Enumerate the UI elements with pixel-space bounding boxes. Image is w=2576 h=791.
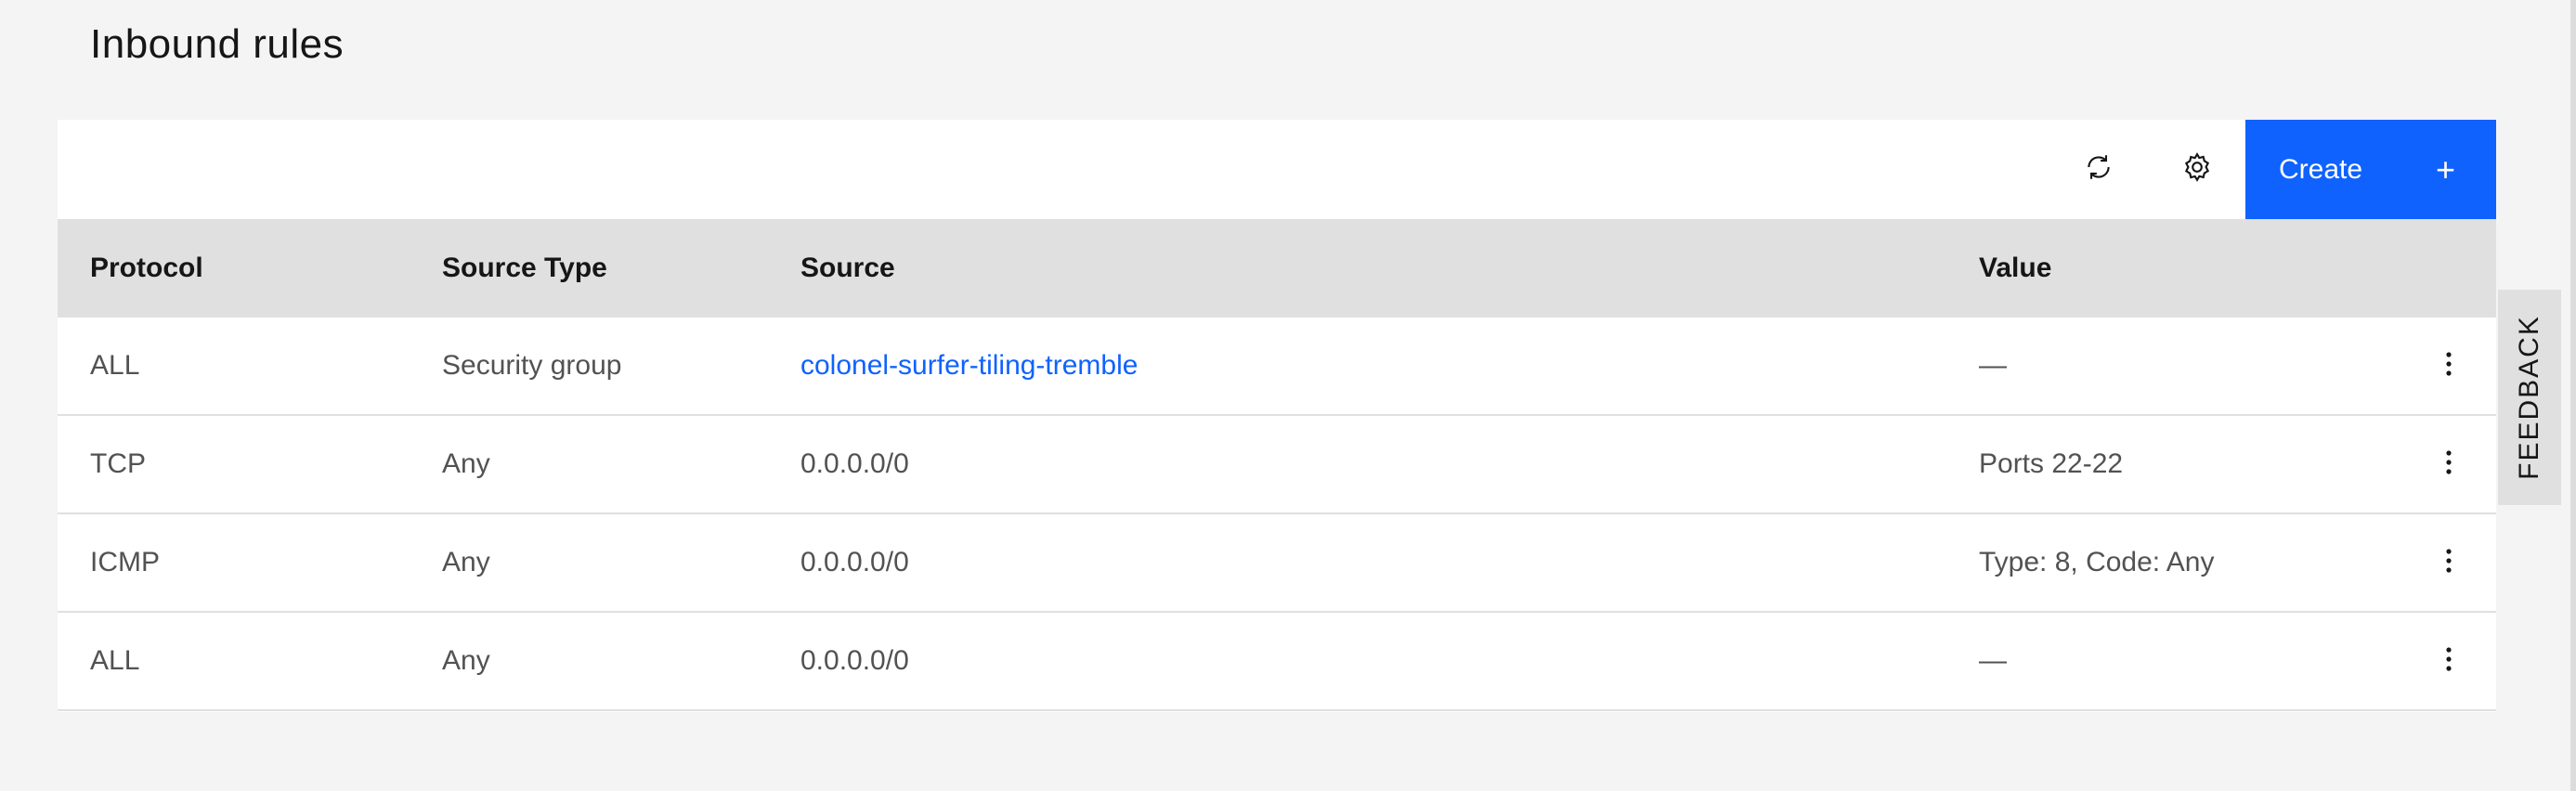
feedback-label: FEEDBACK bbox=[2514, 315, 2544, 480]
plus-icon: + bbox=[2435, 149, 2455, 188]
row-overflow-menu-button[interactable] bbox=[2412, 416, 2486, 512]
source-type-cell: Any bbox=[442, 645, 490, 676]
page-scrollbar[interactable] bbox=[2570, 0, 2576, 791]
refresh-icon bbox=[2083, 151, 2114, 188]
refresh-button[interactable] bbox=[2049, 120, 2148, 219]
feedback-tab[interactable]: FEEDBACK bbox=[2498, 290, 2561, 505]
overflow-menu-icon bbox=[2445, 351, 2452, 382]
page-title: Inbound rules bbox=[90, 21, 345, 67]
value-cell: — bbox=[1979, 350, 2007, 381]
overflow-menu-icon bbox=[2445, 646, 2452, 677]
protocol-cell: ALL bbox=[90, 350, 140, 381]
source-cell: 0.0.0.0/0 bbox=[800, 448, 909, 479]
column-header-source[interactable]: Source bbox=[800, 253, 895, 284]
protocol-cell: ICMP bbox=[90, 547, 160, 577]
source-link[interactable]: colonel-surfer-tiling-tremble bbox=[800, 318, 1138, 414]
source-cell: 0.0.0.0/0 bbox=[800, 645, 909, 676]
row-overflow-menu-button[interactable] bbox=[2412, 318, 2486, 414]
source-type-cell: Any bbox=[442, 547, 490, 577]
create-button-label: Create bbox=[2279, 153, 2363, 185]
value-cell: — bbox=[1979, 645, 2007, 676]
gear-icon bbox=[2181, 151, 2213, 188]
overflow-menu-icon bbox=[2445, 449, 2452, 480]
table-row: ALL Security group colonel-surfer-tiling… bbox=[58, 318, 2496, 416]
column-header-value[interactable]: Value bbox=[1979, 253, 2051, 284]
table-row: ICMP Any 0.0.0.0/0 Type: 8, Code: Any bbox=[58, 514, 2496, 613]
table-toolbar: Create + bbox=[58, 120, 2496, 219]
source-type-cell: Any bbox=[442, 448, 490, 479]
protocol-cell: TCP bbox=[90, 448, 146, 479]
column-header-source-type[interactable]: Source Type bbox=[442, 253, 607, 284]
value-cell: Type: 8, Code: Any bbox=[1979, 547, 2215, 577]
row-overflow-menu-button[interactable] bbox=[2412, 514, 2486, 611]
value-cell: Ports 22-22 bbox=[1979, 448, 2124, 479]
create-button[interactable]: Create + bbox=[2245, 120, 2496, 219]
inbound-rules-table: Create + Protocol Source Type Source Val… bbox=[58, 120, 2496, 712]
protocol-cell: ALL bbox=[90, 645, 140, 676]
table-row: ALL Any 0.0.0.0/0 — bbox=[58, 613, 2496, 711]
table-header: Protocol Source Type Source Value bbox=[58, 219, 2496, 318]
page: Inbound rules Create + Protocol Source T… bbox=[0, 0, 2576, 791]
settings-button[interactable] bbox=[2148, 120, 2246, 219]
row-overflow-menu-button[interactable] bbox=[2412, 613, 2486, 709]
overflow-menu-icon bbox=[2445, 548, 2452, 578]
source-type-cell: Security group bbox=[442, 350, 622, 381]
table-row: TCP Any 0.0.0.0/0 Ports 22-22 bbox=[58, 416, 2496, 514]
column-header-protocol[interactable]: Protocol bbox=[90, 253, 203, 284]
source-cell: 0.0.0.0/0 bbox=[800, 547, 909, 577]
